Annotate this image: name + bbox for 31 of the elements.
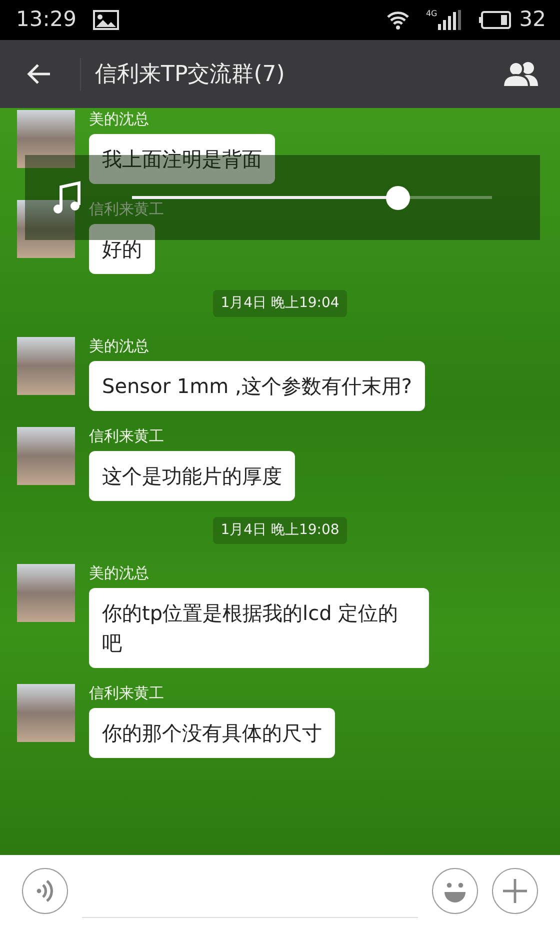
add-button[interactable] [492, 868, 538, 914]
message-bubble: 这个是功能片的厚度 [89, 451, 295, 501]
music-note-icon [53, 180, 81, 214]
emoji-button[interactable] [432, 868, 478, 914]
wifi-icon [386, 10, 410, 30]
battery-level: 32 [519, 6, 546, 34]
timestamp: 1月4日 晚上19:08 [212, 517, 348, 544]
sender-name: 美的沈总 [89, 337, 149, 355]
network-type: 4G [426, 10, 438, 18]
battery-icon [479, 11, 512, 29]
message-bubble: 你的那个没有具体的尺寸 [89, 708, 335, 758]
timestamp: 1月4日 晚上19:04 [212, 290, 348, 317]
message-bubble: 我上面注明是背面 [89, 134, 275, 184]
chat-title: 信利来TP交流群(7) [80, 58, 285, 90]
avatar-photo-placeholder[interactable] [17, 110, 75, 168]
avatar-photo-placeholder[interactable] [17, 200, 75, 258]
sender-name: 美的沈总 [89, 564, 149, 582]
sender-name: 信利来黄工 [89, 684, 164, 702]
voice-button[interactable] [22, 868, 68, 914]
signal-icon [437, 10, 464, 30]
sound-waves-icon [34, 878, 56, 902]
sender-name: 信利来黄工 [89, 200, 164, 218]
status-time: 13:29 [16, 6, 77, 34]
back-button[interactable] [26, 63, 52, 85]
sender-name: 美的沈总 [89, 110, 149, 128]
message-bubble: 你的tp位置是根据我的lcd 定位的吧 [89, 588, 429, 668]
sender-name: 信利来黄工 [89, 427, 164, 445]
plus-icon [502, 878, 528, 904]
message-bubble: 好的 [89, 224, 155, 274]
image-icon [92, 10, 119, 30]
message-bubble: Sensor 1mm ,这个参数有什末用? [89, 361, 425, 411]
